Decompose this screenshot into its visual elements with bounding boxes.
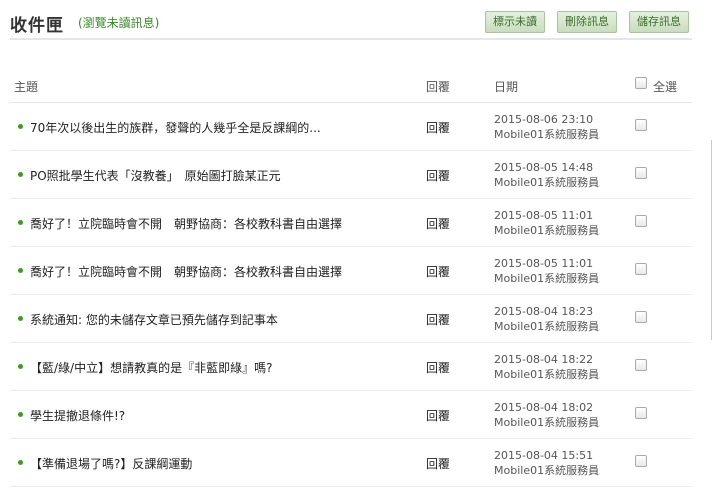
table-row[interactable]: 喬好了！立院臨時會不開 朝野協商：各校教科書自由選擇 回覆 2015-08-05…	[10, 247, 692, 295]
unread-dot-icon	[18, 364, 23, 369]
row-checkbox[interactable]	[635, 407, 647, 419]
sender-text: Mobile01系統服務員	[494, 272, 600, 285]
table-row[interactable]: 70年次以後出生的族群，發聲的人幾乎全是反課綱的... 回覆 2015-08-0…	[10, 103, 692, 151]
message-subject-link[interactable]: 喬好了！立院臨時會不開 朝野協商：各校教科書自由選擇	[30, 215, 342, 232]
unread-dot-icon	[18, 172, 23, 177]
message-subject-link[interactable]: 喬好了！立院臨時會不開 朝野協商：各校教科書自由選擇	[30, 263, 342, 280]
reply-link[interactable]: 回覆	[426, 311, 450, 328]
table-row[interactable]: 系統通知: 您的未儲存文章已預先儲存到記事本 回覆 2015-08-04 18:…	[10, 295, 692, 343]
date-text: 2015-08-05 14:48	[494, 161, 594, 174]
save-message-button[interactable]: 儲存訊息	[629, 11, 689, 33]
message-subject-link[interactable]: 【準備退場了嗎?】反課綱運動	[30, 455, 192, 472]
row-checkbox[interactable]	[635, 359, 647, 371]
reply-link[interactable]: 回覆	[426, 407, 450, 424]
date-text: 2015-08-04 18:23	[494, 305, 594, 318]
message-subject-link[interactable]: 【藍/綠/中立】想請教真的是『非藍即綠』嗎?	[30, 359, 272, 376]
select-all-checkbox[interactable]	[635, 77, 647, 89]
sidebar-divider	[711, 140, 712, 340]
column-header-date: 日期	[494, 80, 519, 94]
reply-link[interactable]: 回覆	[426, 215, 450, 232]
unread-dot-icon	[18, 220, 23, 225]
message-table: 主題 回覆 日期 全選 70年次以後出生的族群，發聲的人幾乎全是反課綱的... …	[10, 64, 692, 487]
date-text: 2015-08-04 18:02	[494, 401, 594, 414]
mark-unread-button[interactable]: 標示未讀	[485, 11, 545, 33]
delete-message-button[interactable]: 刪除訊息	[557, 11, 617, 33]
table-header: 主題 回覆 日期 全選	[10, 64, 692, 103]
message-date: 2015-08-04 18:02 Mobile01系統服務員	[494, 400, 599, 430]
inbox-header: 收件匣 (瀏覽未讀訊息) 標示未讀 刪除訊息 儲存訊息	[10, 8, 692, 40]
message-date: 2015-08-06 23:10 Mobile01系統服務員	[494, 112, 599, 142]
unread-dot-icon	[18, 412, 23, 417]
table-row[interactable]: 喬好了！立院臨時會不開 朝野協商：各校教科書自由選擇 回覆 2015-08-05…	[10, 199, 692, 247]
row-checkbox[interactable]	[635, 215, 647, 227]
row-checkbox[interactable]	[635, 167, 647, 179]
message-date: 2015-08-04 18:22 Mobile01系統服務員	[494, 352, 599, 382]
table-row[interactable]: 【準備退場了嗎?】反課綱運動 回覆 2015-08-04 15:51 Mobile…	[10, 439, 692, 487]
message-subject-link[interactable]: 70年次以後出生的族群，發聲的人幾乎全是反課綱的...	[30, 119, 321, 136]
unread-dot-icon	[18, 268, 23, 273]
row-checkbox[interactable]	[635, 263, 647, 275]
sender-text: Mobile01系統服務員	[494, 416, 600, 429]
date-text: 2015-08-04 15:51	[494, 449, 594, 462]
column-header-reply: 回覆	[426, 80, 451, 94]
select-all-label: 全選	[653, 80, 678, 94]
sender-text: Mobile01系統服務員	[494, 176, 600, 189]
row-checkbox[interactable]	[635, 311, 647, 323]
row-checkbox[interactable]	[635, 119, 647, 131]
sender-text: Mobile01系統服務員	[494, 368, 600, 381]
table-row[interactable]: 【藍/綠/中立】想請教真的是『非藍即綠』嗎? 回覆 2015-08-04 18:…	[10, 343, 692, 391]
table-row[interactable]: 學生提撤退條件!? 回覆 2015-08-04 18:02 Mobile01系統服…	[10, 391, 692, 439]
reply-link[interactable]: 回覆	[426, 167, 450, 184]
date-text: 2015-08-05 11:01	[494, 257, 594, 270]
sender-text: Mobile01系統服務員	[494, 464, 600, 477]
sender-text: Mobile01系統服務員	[494, 128, 600, 141]
date-text: 2015-08-04 18:22	[494, 353, 594, 366]
row-checkbox[interactable]	[635, 455, 647, 467]
message-date: 2015-08-05 14:48 Mobile01系統服務員	[494, 160, 599, 190]
reply-link[interactable]: 回覆	[426, 263, 450, 280]
message-subject-link[interactable]: 學生提撤退條件!?	[30, 407, 125, 424]
sender-text: Mobile01系統服務員	[494, 320, 600, 333]
message-date: 2015-08-04 18:23 Mobile01系統服務員	[494, 304, 599, 334]
reply-link[interactable]: 回覆	[426, 455, 450, 472]
message-date: 2015-08-05 11:01 Mobile01系統服務員	[494, 256, 599, 286]
table-row[interactable]: PO照批學生代表「沒教養」 原始圖打臉某正元 回覆 2015-08-05 14:…	[10, 151, 692, 199]
page-subtitle: (瀏覽未讀訊息)	[78, 16, 160, 30]
reply-link[interactable]: 回覆	[426, 359, 450, 376]
inbox-panel: 收件匣 (瀏覽未讀訊息) 標示未讀 刪除訊息 儲存訊息 主題 回覆 日期 全選 …	[0, 0, 700, 488]
reply-link[interactable]: 回覆	[426, 119, 450, 136]
message-subject-link[interactable]: 系統通知: 您的未儲存文章已預先儲存到記事本	[30, 311, 278, 328]
page-title: 收件匣	[10, 16, 64, 36]
unread-dot-icon	[18, 460, 23, 465]
message-subject-link[interactable]: PO照批學生代表「沒教養」 原始圖打臉某正元	[30, 167, 281, 184]
date-text: 2015-08-06 23:10	[494, 113, 594, 126]
message-date: 2015-08-05 11:01 Mobile01系統服務員	[494, 208, 599, 238]
message-date: 2015-08-04 15:51 Mobile01系統服務員	[494, 448, 599, 478]
column-header-subject: 主題	[14, 80, 39, 94]
unread-dot-icon	[18, 316, 23, 321]
unread-dot-icon	[18, 124, 23, 129]
sender-text: Mobile01系統服務員	[494, 224, 600, 237]
date-text: 2015-08-05 11:01	[494, 209, 594, 222]
